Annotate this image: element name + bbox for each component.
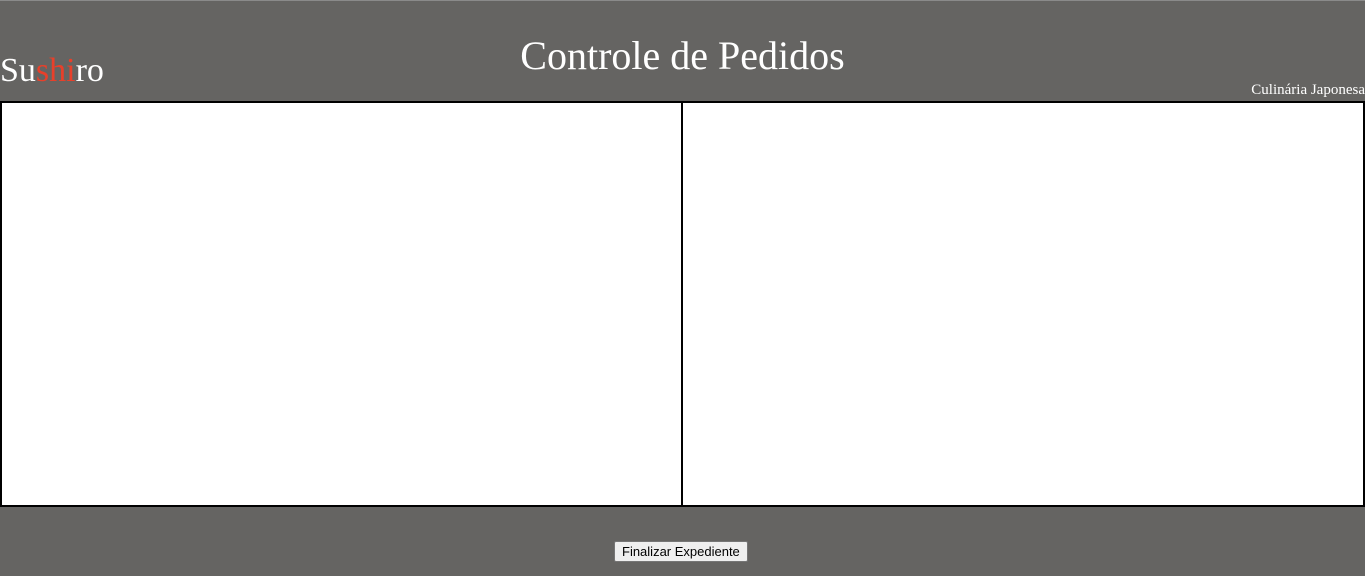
finish-shift-button[interactable]: Finalizar Expediente (614, 541, 748, 562)
left-orders-panel (0, 101, 683, 507)
page-title: Controle de Pedidos (520, 33, 845, 78)
header: Sushiro Controle de Pedidos Culinária Ja… (0, 0, 1365, 101)
page-subtitle: Culinária Japonesa (1251, 82, 1365, 98)
orders-panels (0, 101, 1365, 507)
footer: Finalizar Expediente (0, 507, 1365, 576)
right-orders-panel (683, 101, 1365, 507)
